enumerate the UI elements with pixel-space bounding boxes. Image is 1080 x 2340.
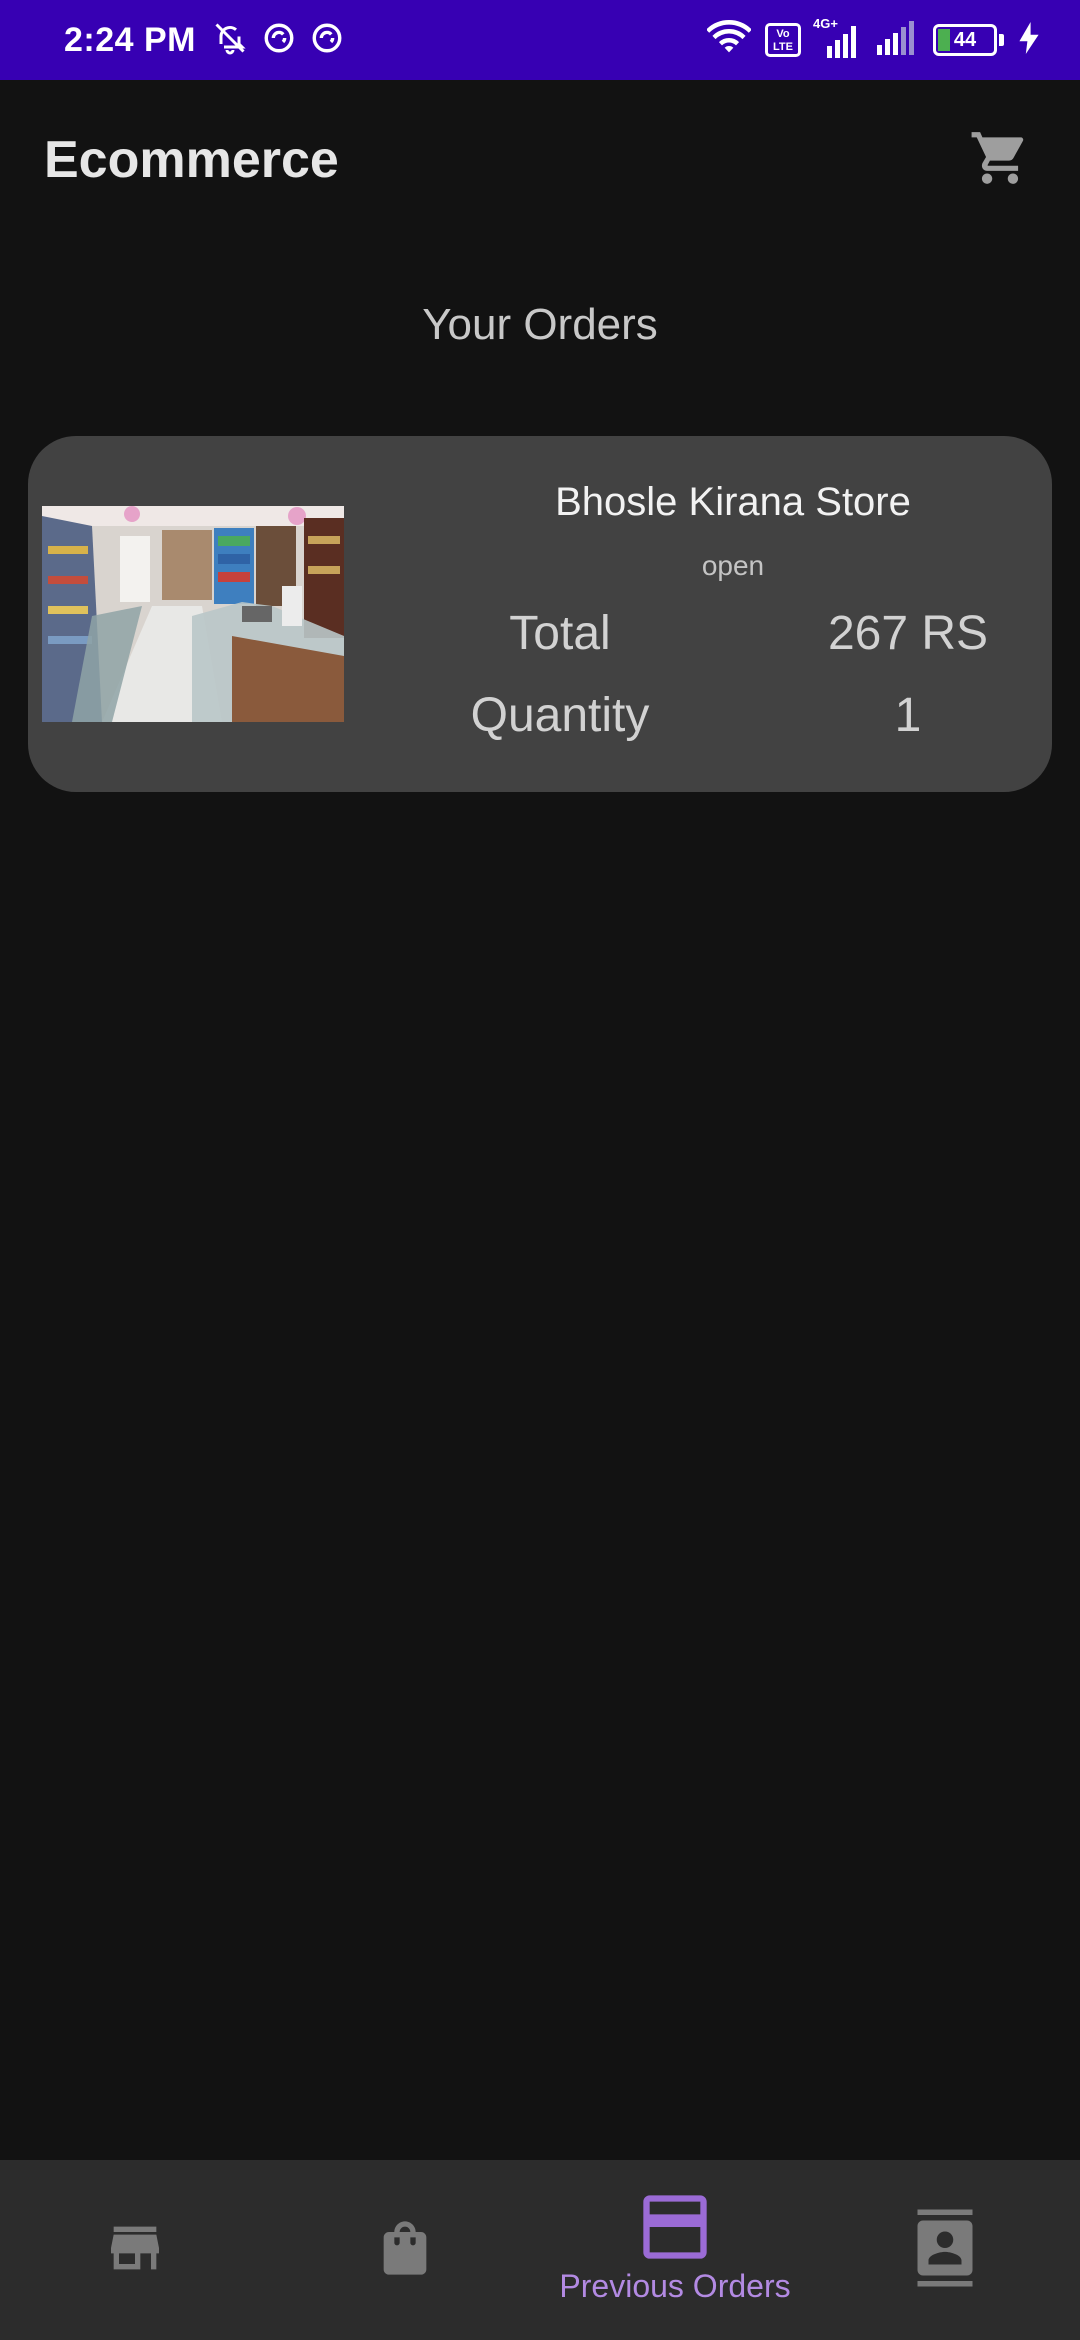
signal-icon: 4G+ (813, 16, 861, 58)
store-photo (42, 506, 344, 722)
order-status: open (701, 550, 765, 581)
volte-icon: Vo LTE (765, 23, 801, 57)
store-icon (103, 2216, 167, 2285)
cart-button[interactable] (964, 124, 1036, 196)
nav-item-store[interactable] (0, 2160, 270, 2340)
nav-item-previous-orders[interactable]: Previous Orders (540, 2160, 810, 2340)
bottom-navigation: Previous Orders (0, 2160, 1080, 2340)
contact-card-icon (912, 2208, 978, 2293)
cart-icon (969, 127, 1031, 194)
status-right-icons: Vo LTE 4G+ 44 (706, 16, 1040, 61)
credit-card-icon (637, 2195, 713, 2264)
store-name: Bhosle Kirana Store (555, 480, 911, 524)
order-card[interactable]: Bhosle Kirana Store open Total 267 RS Qu… (28, 436, 1052, 792)
app-title: Ecommerce (44, 131, 339, 189)
quantity-label: Quantity (470, 689, 650, 742)
signal-icon (875, 20, 919, 60)
shopping-bag-icon (373, 2216, 437, 2285)
charging-icon (1018, 21, 1040, 59)
app-bar: Ecommerce (0, 80, 1080, 240)
data-saver-icon (310, 21, 344, 60)
wifi-icon (706, 19, 752, 61)
nav-item-shop[interactable] (270, 2160, 540, 2340)
status-left-icons (212, 20, 344, 61)
nav-label-previous-orders: Previous Orders (559, 2268, 791, 2304)
total-label: Total (509, 607, 611, 660)
battery-icon: 44 (933, 24, 997, 56)
battery-tip (999, 34, 1004, 46)
battery-level: 44 (953, 29, 977, 51)
quantity-value: 1 (894, 689, 922, 742)
nav-item-contact[interactable] (810, 2160, 1080, 2340)
data-saver-icon (262, 21, 296, 60)
total-value: 267 RS (827, 607, 989, 660)
status-bar: 2:24 PM Vo LTE 4G+ 44 (0, 0, 1080, 80)
mute-icon (212, 20, 248, 61)
network-type: 4G+ (813, 16, 838, 31)
status-time: 2:24 PM (64, 20, 196, 59)
page-title: Your Orders (422, 300, 658, 349)
